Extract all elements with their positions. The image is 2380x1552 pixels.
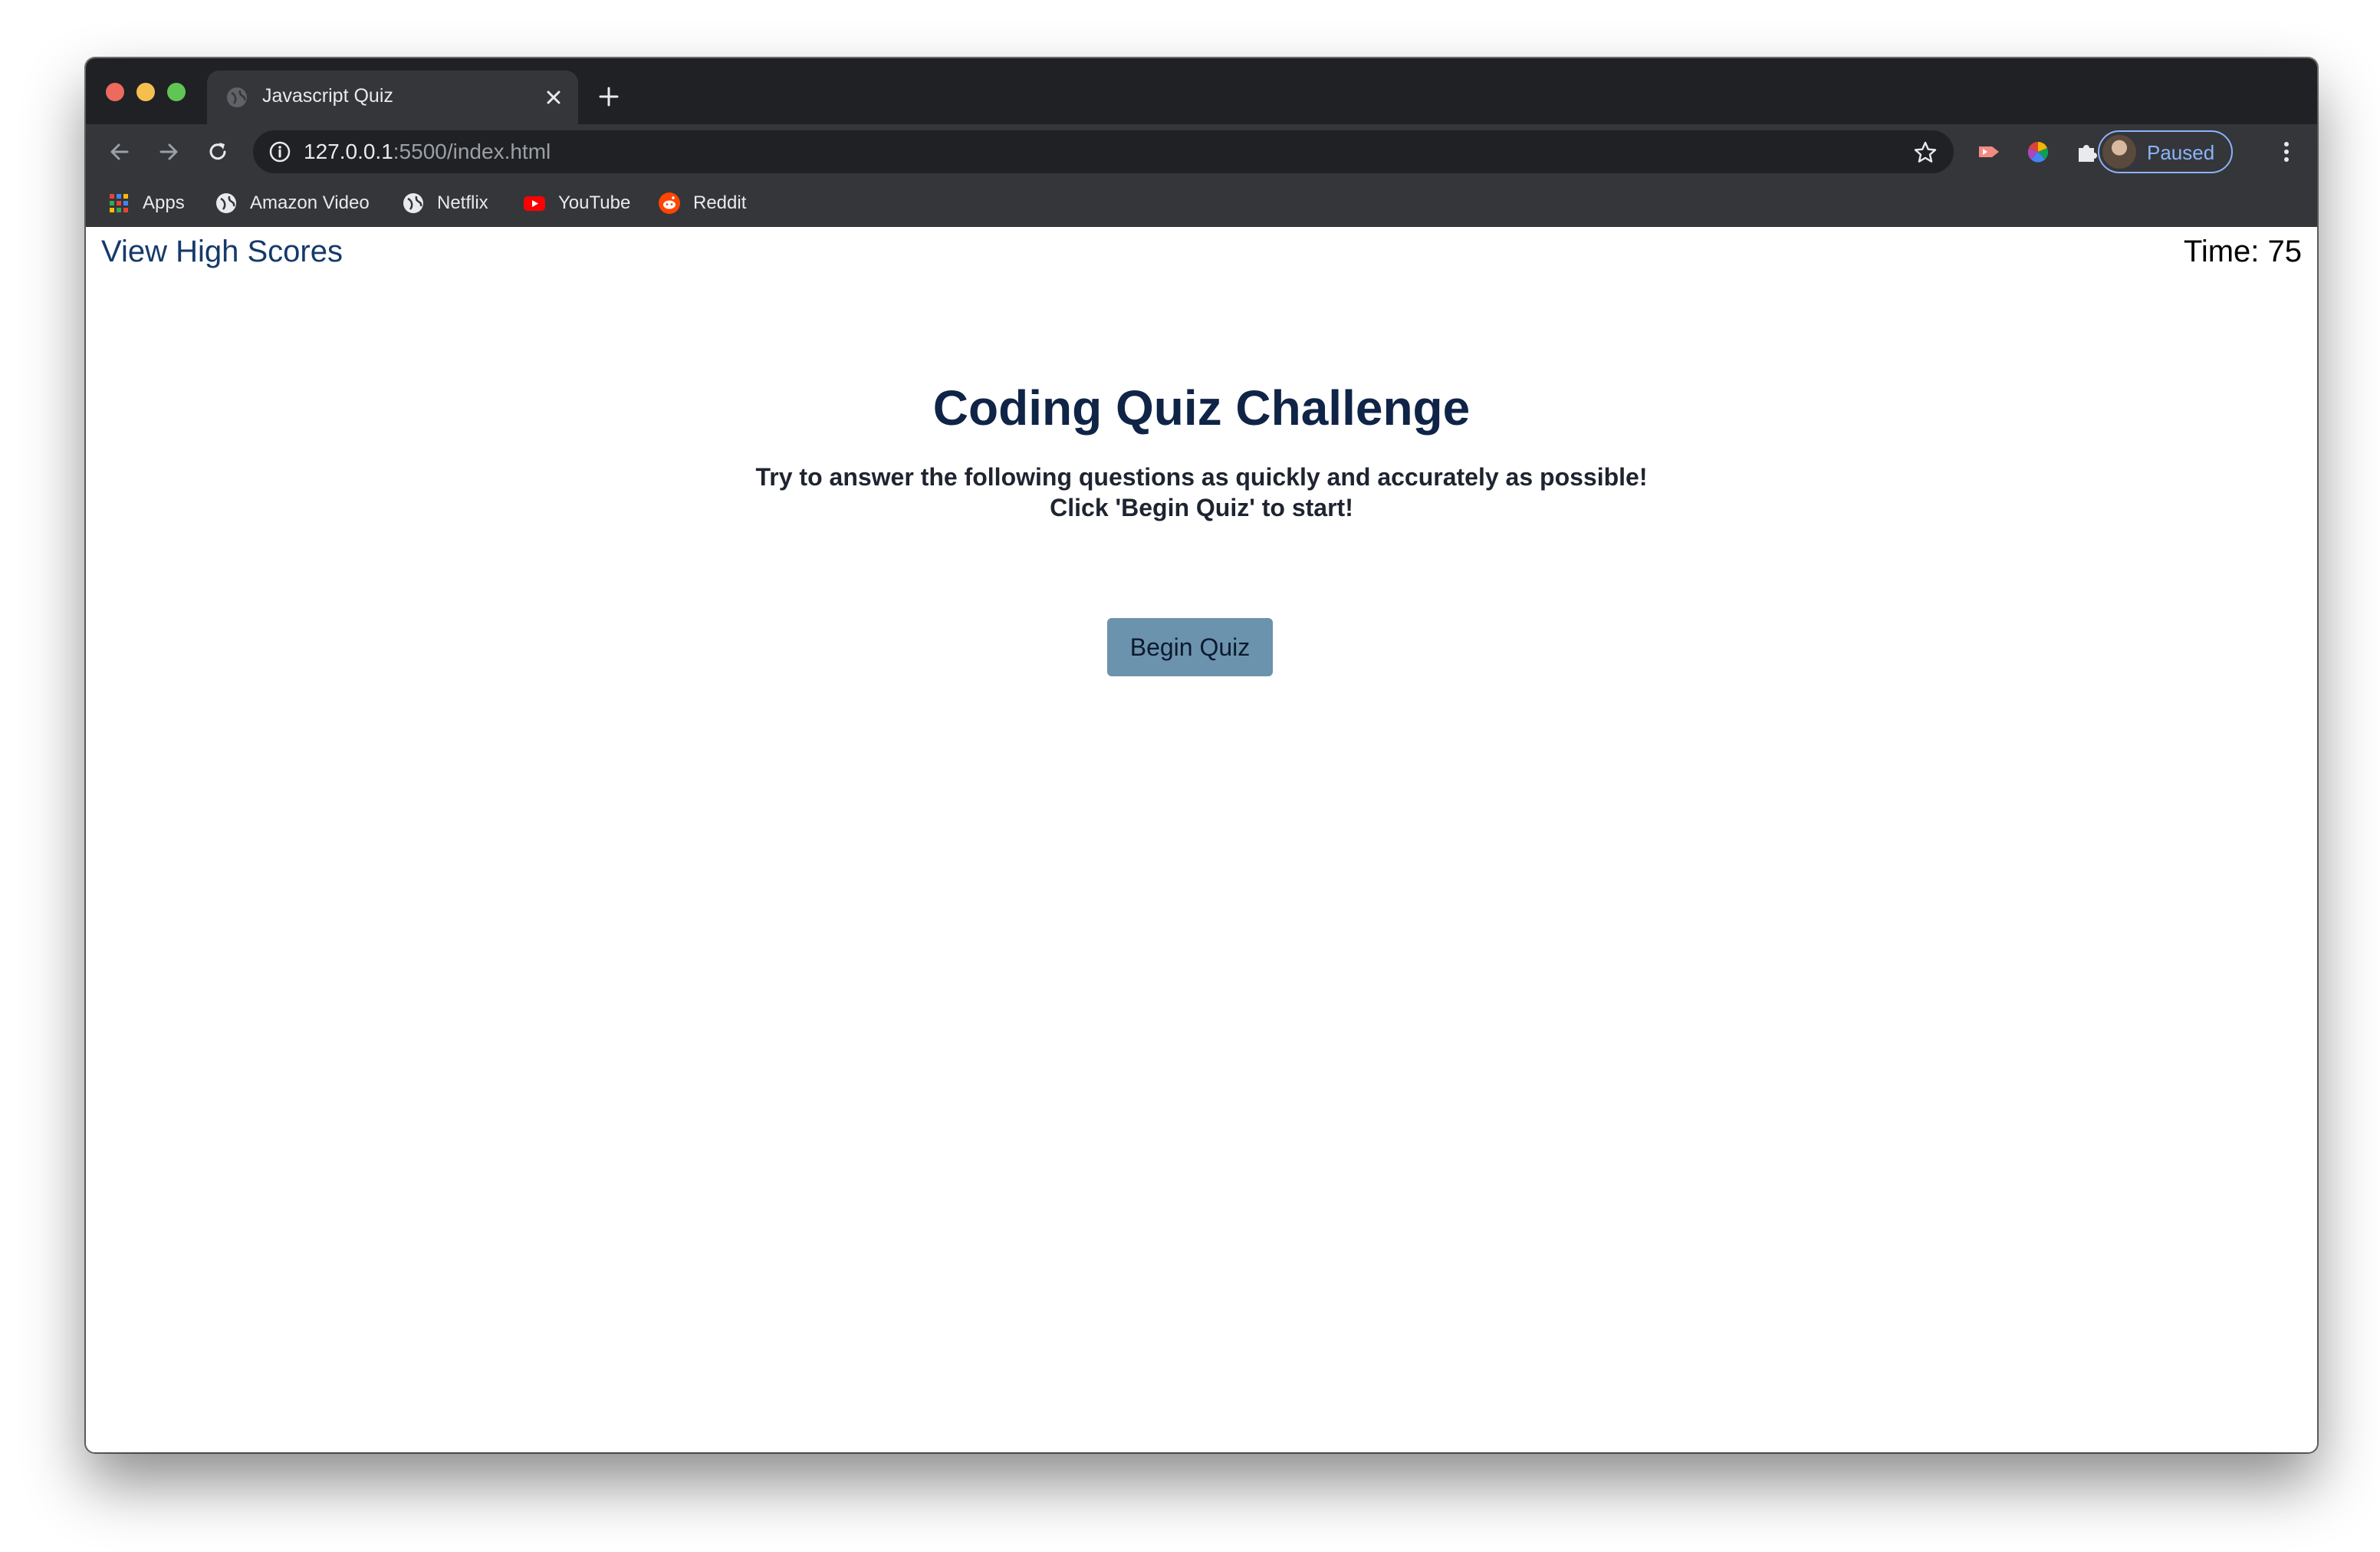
reddit-icon [659,192,680,214]
globe-icon [403,193,423,213]
quiz-description: Try to answer the following questions as… [755,463,1648,521]
forward-arrow-icon[interactable] [155,138,182,166]
globe-icon [216,193,236,213]
minimize-window-button[interactable] [136,83,155,101]
bookmark-youtube[interactable]: YouTube [523,189,630,217]
screen: Javascript Quiz 127.0.0.1:5500/index.htm… [0,0,2380,1552]
extensions-puzzle-icon[interactable] [2073,138,2101,166]
profile-status: Paused [2147,141,2215,164]
bookmark-label: Apps [143,192,185,213]
maximize-window-button[interactable] [167,83,186,101]
bookmark-label: YouTube [558,192,631,213]
bookmarks-bar: Apps Amazon Video Netflix YouTube Reddit [86,179,2317,227]
apps-grid-icon [110,194,128,212]
bookmark-label: Reddit [693,192,747,213]
close-window-button[interactable] [106,83,124,101]
tab-title: Javascript Quiz [262,85,393,107]
globe-icon [227,87,247,107]
color-wheel-extension-icon[interactable] [2024,138,2052,166]
url-path: :5500/index.html [393,140,551,163]
address-bar[interactable]: 127.0.0.1:5500/index.html [253,130,1954,173]
bookmark-star-icon[interactable] [1912,140,1938,166]
tab-strip: Javascript Quiz [86,58,2317,124]
screencast-extension-icon[interactable] [1975,138,2003,166]
page-content: View High Scores Time: 75 Coding Quiz Ch… [86,227,2317,1452]
back-arrow-icon[interactable] [106,138,133,166]
new-tab-icon[interactable] [597,84,621,109]
browser-toolbar: 127.0.0.1:5500/index.html Paused [86,124,2317,179]
more-menu-icon[interactable] [2273,138,2300,166]
bookmark-reddit[interactable]: Reddit [658,189,746,217]
avatar [2102,135,2136,169]
address-url: 127.0.0.1:5500/index.html [304,140,551,164]
profile-button[interactable]: Paused [2098,130,2233,173]
begin-quiz-button[interactable]: Begin Quiz [1107,618,1273,676]
timer: Time: 75 [2183,235,2302,268]
bookmark-label: Netflix [437,192,488,213]
close-tab-icon[interactable] [541,85,566,110]
view-high-scores-link[interactable]: View High Scores [101,235,343,269]
bookmark-netflix[interactable]: Netflix [402,189,488,217]
url-host: 127.0.0.1 [304,140,393,163]
bookmark-apps[interactable]: Apps [107,189,185,217]
reload-icon[interactable] [204,138,232,166]
site-info-icon[interactable] [268,140,291,163]
bookmark-label: Amazon Video [250,192,370,213]
tab-active[interactable]: Javascript Quiz [207,71,578,124]
youtube-icon [524,196,545,211]
bookmark-amazon-video[interactable]: Amazon Video [215,189,370,217]
browser-window: Javascript Quiz 127.0.0.1:5500/index.htm… [86,58,2317,1452]
page-title: Coding Quiz Challenge [932,380,1471,436]
